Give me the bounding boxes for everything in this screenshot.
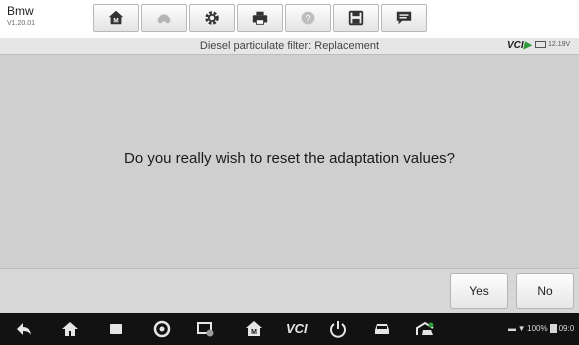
screenshot-icon (197, 322, 214, 337)
clock: 09:0 (558, 324, 575, 333)
svg-text:M: M (251, 329, 257, 336)
settings-button[interactable] (189, 4, 235, 32)
battery-icon (549, 324, 557, 333)
function-header: Diesel particulate filter: Replacement V… (0, 38, 579, 55)
car-battery-icon (535, 41, 546, 48)
diagnostics-home-button[interactable]: M (242, 317, 266, 341)
back-button[interactable] (12, 317, 36, 341)
recent-apps-icon (110, 324, 122, 334)
back-icon (17, 323, 31, 335)
vci-nav-label: VCI (286, 321, 308, 336)
vehicle-brand: Bmw (7, 4, 34, 18)
chrome-icon (153, 320, 171, 338)
m-home-icon: M (246, 321, 262, 336)
svg-text:M: M (113, 18, 118, 25)
status-area: ▬ ▼ 100% 09:0 (508, 324, 574, 333)
vci-nav-button[interactable]: VCI (286, 321, 308, 336)
home-icon: M (108, 10, 124, 25)
toolbar: M ? (93, 4, 429, 32)
data-logging-icon (396, 11, 412, 25)
title-bar: Bmw V1.20.01 M ? (0, 0, 579, 39)
vci-status: VCI▶ (507, 40, 531, 51)
software-version: V1.20.01 (7, 20, 36, 27)
save-button[interactable] (333, 4, 379, 32)
home-button[interactable]: M (93, 4, 139, 32)
brand-block: Bmw V1.20.01 (7, 5, 35, 27)
help-icon: ? (301, 11, 315, 25)
save-icon (348, 10, 364, 26)
recent-apps-button[interactable] (104, 317, 128, 341)
vehicle-swap-icon (157, 14, 171, 24)
dialog-area: Do you really wish to reset the adaptati… (0, 55, 579, 268)
settings-icon (205, 11, 219, 25)
battery-level: 100% (527, 324, 548, 333)
browser-button[interactable] (150, 317, 174, 341)
function-title: Diesel particulate filter: Replacement (199, 40, 380, 52)
screenshot-button[interactable] (194, 317, 218, 341)
print-icon (252, 11, 268, 25)
battery-voltage: 12.19V (535, 41, 570, 48)
system-navbar: M VCI ▬ ▼ 100% 09:0 (0, 313, 579, 345)
garage-car-icon (416, 321, 434, 335)
notification-icon: ▬ (508, 324, 516, 333)
vehicle-button[interactable] (370, 317, 394, 341)
help-button[interactable]: ? (285, 4, 331, 32)
print-button[interactable] (237, 4, 283, 32)
vci-connected-icon: ▶ (523, 40, 532, 51)
vehicle-swap-button[interactable] (141, 4, 187, 32)
data-logging-button[interactable] (381, 4, 427, 32)
power-button[interactable] (326, 317, 350, 341)
no-button[interactable]: No (516, 273, 574, 309)
svg-text:?: ? (305, 14, 310, 24)
voltage-value: 12.19V (548, 41, 571, 48)
car-icon (375, 324, 389, 334)
vci-label: VCI (507, 40, 524, 51)
yes-button[interactable]: Yes (450, 273, 508, 309)
shop-manager-button[interactable] (414, 317, 438, 341)
power-icon (330, 321, 346, 338)
footer-bar: Yes No (0, 268, 579, 313)
wifi-icon: ▼ (517, 324, 526, 333)
home-nav-button[interactable] (58, 317, 82, 341)
android-home-icon (62, 322, 78, 336)
confirmation-message: Do you really wish to reset the adaptati… (123, 150, 456, 167)
